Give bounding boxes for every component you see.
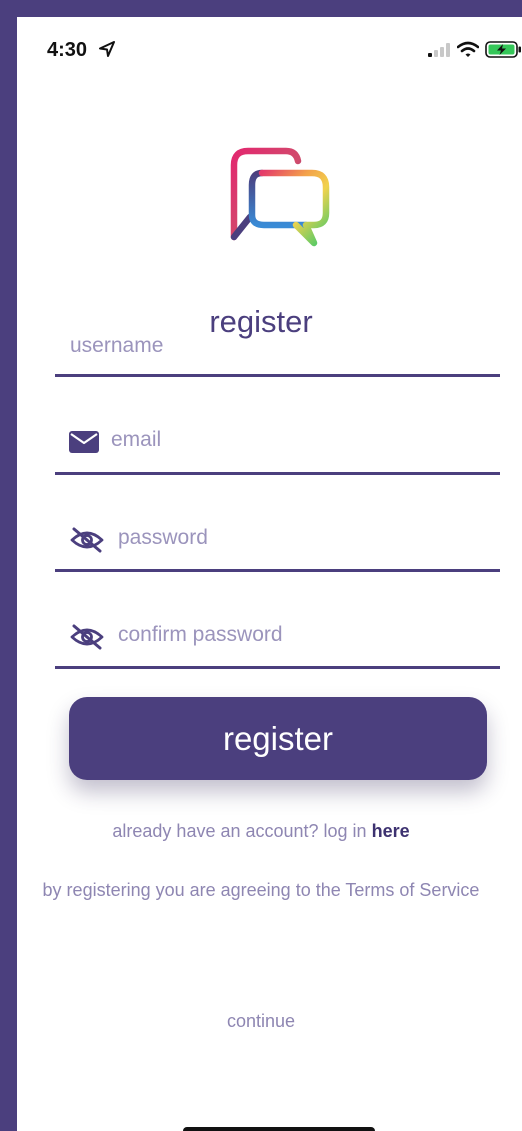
- password-underline: [55, 569, 500, 572]
- email-placeholder: email: [111, 428, 162, 451]
- location-arrow-icon: [99, 41, 115, 57]
- home-indicator: [183, 1127, 375, 1131]
- confirm-password-underline: [55, 666, 500, 669]
- username-field[interactable]: username: [55, 317, 500, 377]
- chat-bubbles-logo-icon: [230, 147, 330, 247]
- password-field[interactable]: password: [55, 512, 500, 572]
- password-placeholder: password: [118, 526, 208, 549]
- login-prompt: already have an account? log in here: [17, 821, 522, 842]
- envelope-icon: [69, 431, 99, 453]
- status-bar: 4:30: [17, 17, 522, 83]
- username-underline: [55, 374, 500, 377]
- cellular-signal-icon: [428, 43, 450, 57]
- email-field[interactable]: email: [55, 415, 500, 475]
- battery-charging-icon: [485, 41, 521, 58]
- continue-link[interactable]: continue: [17, 1011, 522, 1032]
- eye-slash-icon[interactable]: [69, 526, 105, 554]
- login-here-link[interactable]: here: [372, 821, 410, 841]
- status-time: 4:30: [47, 39, 88, 61]
- username-placeholder: username: [70, 334, 164, 357]
- email-underline: [55, 472, 500, 475]
- confirm-password-field[interactable]: confirm password: [55, 609, 500, 669]
- register-screen: 4:30 register username email password co…: [17, 17, 522, 1131]
- register-button[interactable]: register: [69, 697, 487, 780]
- wifi-icon: [457, 41, 479, 57]
- login-prompt-text: already have an account? log in: [112, 821, 372, 841]
- terms-of-service-text[interactable]: by registering you are agreeing to the T…: [17, 880, 522, 901]
- eye-slash-icon[interactable]: [69, 623, 105, 651]
- confirm-password-placeholder: confirm password: [118, 623, 283, 646]
